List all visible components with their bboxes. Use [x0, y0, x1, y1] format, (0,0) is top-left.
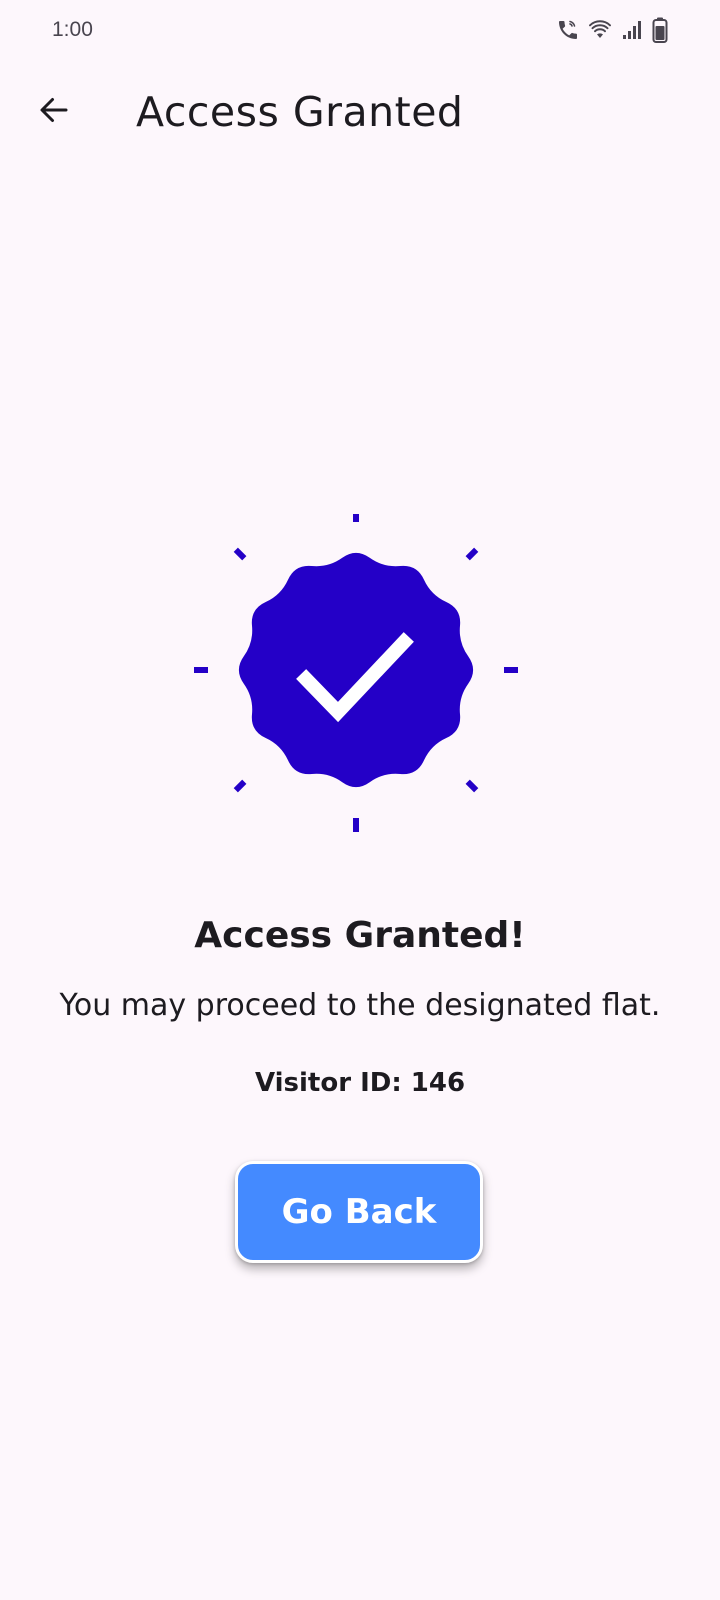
arrow-back-icon: [36, 92, 72, 133]
wifi-calling-icon: [556, 18, 580, 42]
badge-ray: [465, 547, 479, 561]
app-bar: Access Granted: [0, 70, 720, 160]
verified-check-badge-icon: [186, 508, 526, 854]
status-icons: [556, 16, 668, 44]
success-headline: Access Granted!: [194, 915, 526, 956]
battery-icon: [652, 17, 668, 43]
status-time: 1:00: [52, 18, 93, 41]
go-back-button[interactable]: Go Back: [235, 1161, 483, 1263]
badge-ray: [233, 547, 247, 561]
signal-icon: [620, 18, 644, 42]
page-title: Access Granted: [136, 88, 464, 136]
wifi-icon: [588, 18, 612, 42]
back-button[interactable]: [26, 84, 82, 140]
visitor-id: Visitor ID: 146: [254, 1068, 466, 1098]
badge-shape: [238, 552, 474, 788]
success-message: You may proceed to the designated flat.: [59, 988, 661, 1023]
status-bar: 1:00: [0, 0, 720, 62]
badge-ray: [233, 779, 247, 793]
badge-ray: [465, 779, 479, 793]
